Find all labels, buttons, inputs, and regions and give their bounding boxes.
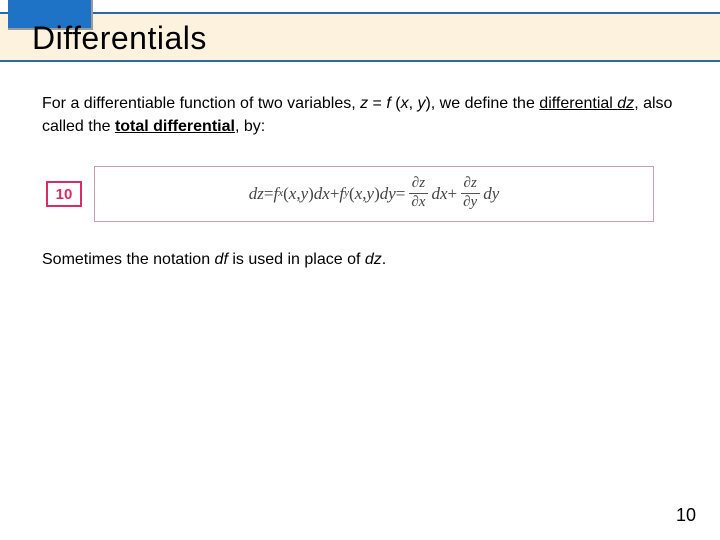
f-y2: y — [367, 182, 375, 207]
f-x2: x — [355, 182, 363, 207]
f-y1: y — [301, 182, 309, 207]
intro-paragraph: For a differentiable function of two var… — [42, 92, 678, 138]
frac-dzdx: ∂z ∂x — [408, 176, 428, 211]
eq-sign: = — [368, 95, 386, 112]
f-dz: dz — [249, 182, 264, 207]
f-eq2: = — [396, 182, 406, 207]
note-dz: dz — [365, 251, 382, 268]
f-dy1: dy — [380, 182, 396, 207]
f-y3: y — [471, 194, 478, 210]
intro-tail1: , we define the — [431, 95, 540, 112]
note-pre: Sometimes the notation — [42, 251, 215, 268]
note-df: df — [215, 251, 228, 268]
formula-row: 10 dz = fx(x, y) dx + fy(x, y) dy = ∂z ∂… — [42, 166, 678, 222]
slide-title: Differentials — [32, 20, 207, 57]
f-z1: z — [419, 175, 425, 191]
term-total-differential: total differential — [115, 118, 235, 135]
note-post: . — [382, 251, 386, 268]
var-x: x — [401, 95, 409, 112]
f-eq1: = — [264, 182, 274, 207]
f-plus1: + — [330, 182, 340, 207]
slide-body: For a differentiable function of two var… — [42, 92, 678, 272]
f-dx1: dx — [314, 182, 330, 207]
note-paragraph: Sometimes the notation df is used in pla… — [42, 248, 678, 271]
equation-badge: 10 — [46, 181, 82, 207]
note-mid: is used in place of — [228, 251, 365, 268]
term-differential: differential — [539, 95, 617, 112]
term-differential-dz: differential dz — [539, 95, 634, 112]
intro-lead: For a differentiable function of two var… — [42, 95, 360, 112]
f-x3: x — [419, 194, 426, 210]
f-z2: z — [471, 175, 477, 191]
partial4: ∂ — [463, 194, 470, 210]
intro-tail3: , by: — [235, 118, 265, 135]
partial3: ∂ — [464, 175, 471, 191]
frac-dzdy: ∂z ∂y — [460, 176, 480, 211]
f-plus2: + — [448, 182, 458, 207]
f-dx2: dx — [431, 182, 447, 207]
func-f: f — [386, 95, 395, 112]
term-dz: dz — [617, 95, 634, 112]
var-z: z — [360, 95, 368, 112]
f-x1: x — [289, 182, 297, 207]
formula-box: dz = fx(x, y) dx + fy(x, y) dy = ∂z ∂x d… — [94, 166, 654, 222]
partial2: ∂ — [411, 194, 418, 210]
page-number: 10 — [676, 505, 696, 526]
f-dy2: dy — [483, 182, 499, 207]
